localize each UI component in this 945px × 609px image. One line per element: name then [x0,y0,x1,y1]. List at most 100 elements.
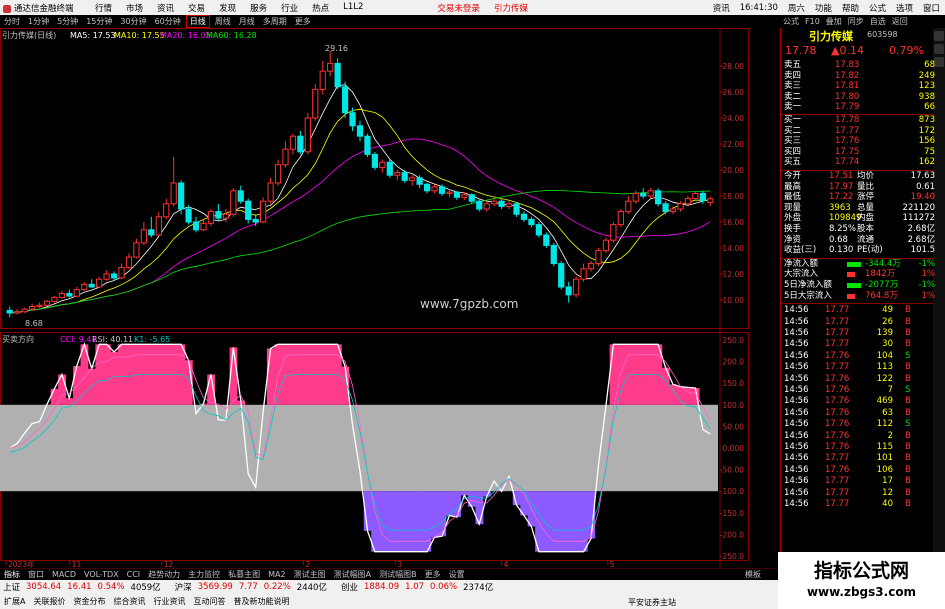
tick-time: 14:56 [784,487,809,498]
indicator-tab[interactable]: VOL-TDX [80,570,123,579]
toolbar-right-item[interactable]: 公式 [780,16,802,27]
sell-level[interactable]: 卖一 17.79 66 [781,102,939,112]
indicator-tab[interactable]: MACD [48,570,80,579]
kline-chart[interactable]: 引力传媒(日线) MA5: 17.53MA10: 17.55MA20: 16.05… [0,28,780,569]
cci-oversold-fill [542,491,551,552]
toolbar-right-item[interactable]: 自选 [867,16,889,27]
toolbar-right-item[interactable]: 同步 [845,16,867,27]
period-tab[interactable]: 分时 [0,16,24,27]
sell-label: 卖四 [784,70,802,81]
status-link[interactable]: 行业资讯 [149,596,189,607]
indicator-tab[interactable]: 测试幅图A [330,569,375,580]
sell-level[interactable]: 卖二 17.80 938 [781,92,939,102]
indicator-tab[interactable]: 趋势动力 [144,569,184,580]
menu-item[interactable]: 市场 [119,2,150,14]
menu-right-item[interactable]: 16:41:30 [735,3,783,13]
menu-item[interactable]: 行业 [274,2,305,14]
status-link[interactable]: 综合资讯 [109,596,149,607]
quote-panel: 引力传媒 603598 17.78 ▲0.14 0.79% 卖五 17.83 68 卖… [780,28,945,580]
indicator-tab[interactable]: 测试幅图B [375,569,421,580]
indicator-tab[interactable]: 指标 [0,569,24,580]
status-link[interactable]: 关联报价 [29,596,69,607]
period-tab[interactable]: 日线 [185,15,210,28]
status-link[interactable]: 互动问答 [189,596,229,607]
period-tab[interactable]: 15分钟 [82,16,116,27]
menu-right-item[interactable]: 公式 [864,2,891,14]
template-button[interactable]: 模板 [741,569,765,580]
period-tab[interactable]: 5分钟 [53,16,82,27]
candle [558,263,565,288]
candle [565,286,572,296]
trade-login-link[interactable]: 交易未登录 [430,2,487,14]
period-tab[interactable]: 60分钟 [151,16,185,27]
ma60-line [9,189,711,314]
cci-overbought-fill [73,365,81,405]
index-change: 1.07 [405,582,425,592]
tick-time: 14:56 [784,464,809,475]
buy-level[interactable]: 买四 17.75 75 [781,147,939,157]
menu-right-item[interactable]: 资讯 [708,2,735,14]
indicator-tab[interactable]: 设置 [445,569,469,580]
toolbar-right-item[interactable]: 叠加 [823,16,845,27]
menu-item[interactable]: 交易 [181,2,212,14]
status-link[interactable]: 资金分布 [69,596,109,607]
period-tab[interactable]: 月线 [235,16,259,27]
chart-area[interactable]: 引力传媒(日线) MA5: 17.53 MA10: 17.55 MA20: 16.05… [0,28,780,580]
indicator-tab[interactable]: 私募主图 [224,569,264,580]
period-tab[interactable]: 更多 [291,16,315,27]
menu-right-item[interactable]: 窗口 [918,2,945,14]
menu-right-item[interactable]: 功能 [810,2,837,14]
menu-item[interactable]: 发现 [212,2,243,14]
candle [21,308,28,313]
menu-item[interactable]: 行情 [88,2,119,14]
buy-level[interactable]: 买一 17.78 873 [781,115,939,125]
sell-level[interactable]: 卖三 17.81 123 [781,81,939,91]
tick-volume: 104 [876,350,893,361]
menu-right-item[interactable]: 帮助 [837,2,864,14]
status-link[interactable]: 普及新功能说明 [229,596,293,607]
menu-right-item[interactable]: 选项 [891,2,918,14]
brand-link[interactable]: 引力传媒 [487,2,535,14]
menu-item[interactable]: 资讯 [150,2,181,14]
buy-level[interactable]: 买三 17.76 156 [781,136,939,146]
tick-volume: 2 [887,430,893,441]
sell-level[interactable]: 卖四 17.82 249 [781,71,939,81]
candle [96,278,103,288]
indicator-tab[interactable]: MA2 [264,570,289,579]
tick-volume: 469 [876,396,893,407]
candle [312,88,319,119]
period-tab[interactable]: 周线 [211,16,235,27]
date-axis-label: 3 [397,560,402,568]
period-tab[interactable]: 多周期 [259,16,291,27]
buy-level[interactable]: 买二 17.77 172 [781,126,939,136]
candle [699,192,706,202]
price-axis-label: 18.00 [723,192,745,201]
menu-item[interactable]: L1L2 [336,2,370,14]
app-title: 通达信金融终端 [0,2,88,14]
tick-direction: B [905,430,911,441]
tick-price: 17.77 [825,362,850,373]
period-tab[interactable]: 1分钟 [24,16,53,27]
menu-right-item[interactable]: 周六 [783,2,810,14]
toolbar-right-item[interactable]: 返回 [889,16,911,27]
index-value: 1884.09 [363,582,400,592]
sell-level[interactable]: 卖五 17.83 68 [781,60,939,70]
indicator-tab[interactable]: 测试主图 [290,569,330,580]
quote-label: 现量 [784,202,802,213]
buy-level[interactable]: 买五 17.74 162 [781,157,939,167]
status-link[interactable]: 扩展A [0,596,29,607]
ma10-label: MA10: 17.55 [114,31,165,40]
menu-item[interactable]: 热点 [305,2,336,14]
candle [66,293,73,297]
indicator-tab[interactable]: CCI [123,570,145,579]
indicator-tab[interactable]: 更多 [421,569,445,580]
price-axis-label: 26.00 [723,88,745,97]
indicator-tab[interactable]: 主力监控 [184,569,224,580]
toolbar-right-item[interactable]: F10 [802,17,823,26]
menu-item[interactable]: 服务 [243,2,274,14]
period-tab[interactable]: 30分钟 [116,16,150,27]
candle [155,216,162,236]
index-amount: 4059亿 [130,583,161,593]
indicator-tab[interactable]: 窗口 [24,569,48,580]
right-toolbar: 公式 F10 叠加 同步 自选 返回 [780,15,945,28]
